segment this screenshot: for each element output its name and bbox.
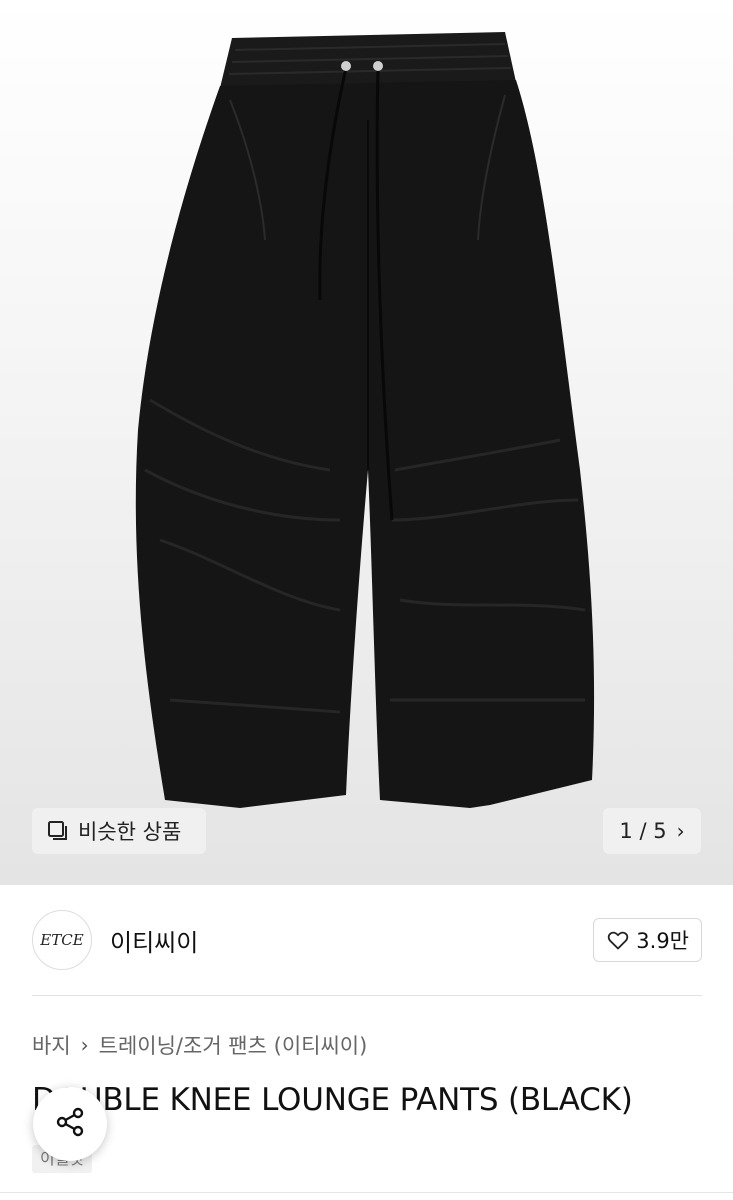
similar-products-icon bbox=[46, 819, 70, 843]
heart-icon bbox=[606, 928, 630, 952]
similar-products-label: 비슷한 상품 bbox=[78, 820, 182, 844]
breadcrumb-subcategory[interactable]: 트레이닝/조거 팬츠 (이티씨이) bbox=[99, 1030, 368, 1060]
chevron-right-icon: › bbox=[80, 1033, 89, 1057]
product-title: DOUBLE KNEE LOUNGE PANTS (BLACK) bbox=[32, 1082, 633, 1118]
breadcrumb: 바지 › 트레이닝/조거 팬츠 (이티씨이) bbox=[32, 1030, 367, 1060]
brand-like-count: 3.9만 bbox=[636, 929, 689, 953]
divider bbox=[32, 995, 702, 996]
chevron-right-icon: › bbox=[676, 819, 685, 843]
brand-logo[interactable]: ETCE bbox=[32, 910, 92, 970]
product-image-gallery[interactable]: 비슷한 상품 1 / 5 › bbox=[0, 0, 733, 885]
image-pager-button[interactable]: 1 / 5 › bbox=[603, 808, 701, 854]
divider bbox=[0, 1192, 733, 1193]
share-button[interactable] bbox=[33, 1087, 107, 1161]
similar-products-button[interactable]: 비슷한 상품 bbox=[32, 808, 206, 854]
brand-like-button[interactable]: 3.9만 bbox=[593, 918, 702, 962]
brand-name[interactable]: 이티씨이 bbox=[110, 923, 198, 958]
brand-logo-text: ETCE bbox=[40, 931, 84, 949]
share-icon bbox=[53, 1105, 87, 1143]
image-pager-label: 1 / 5 bbox=[619, 819, 667, 843]
brand-row[interactable]: ETCE 이티씨이 3.9만 bbox=[32, 908, 702, 972]
breadcrumb-category[interactable]: 바지 bbox=[32, 1030, 71, 1060]
product-image[interactable] bbox=[0, 0, 733, 885]
